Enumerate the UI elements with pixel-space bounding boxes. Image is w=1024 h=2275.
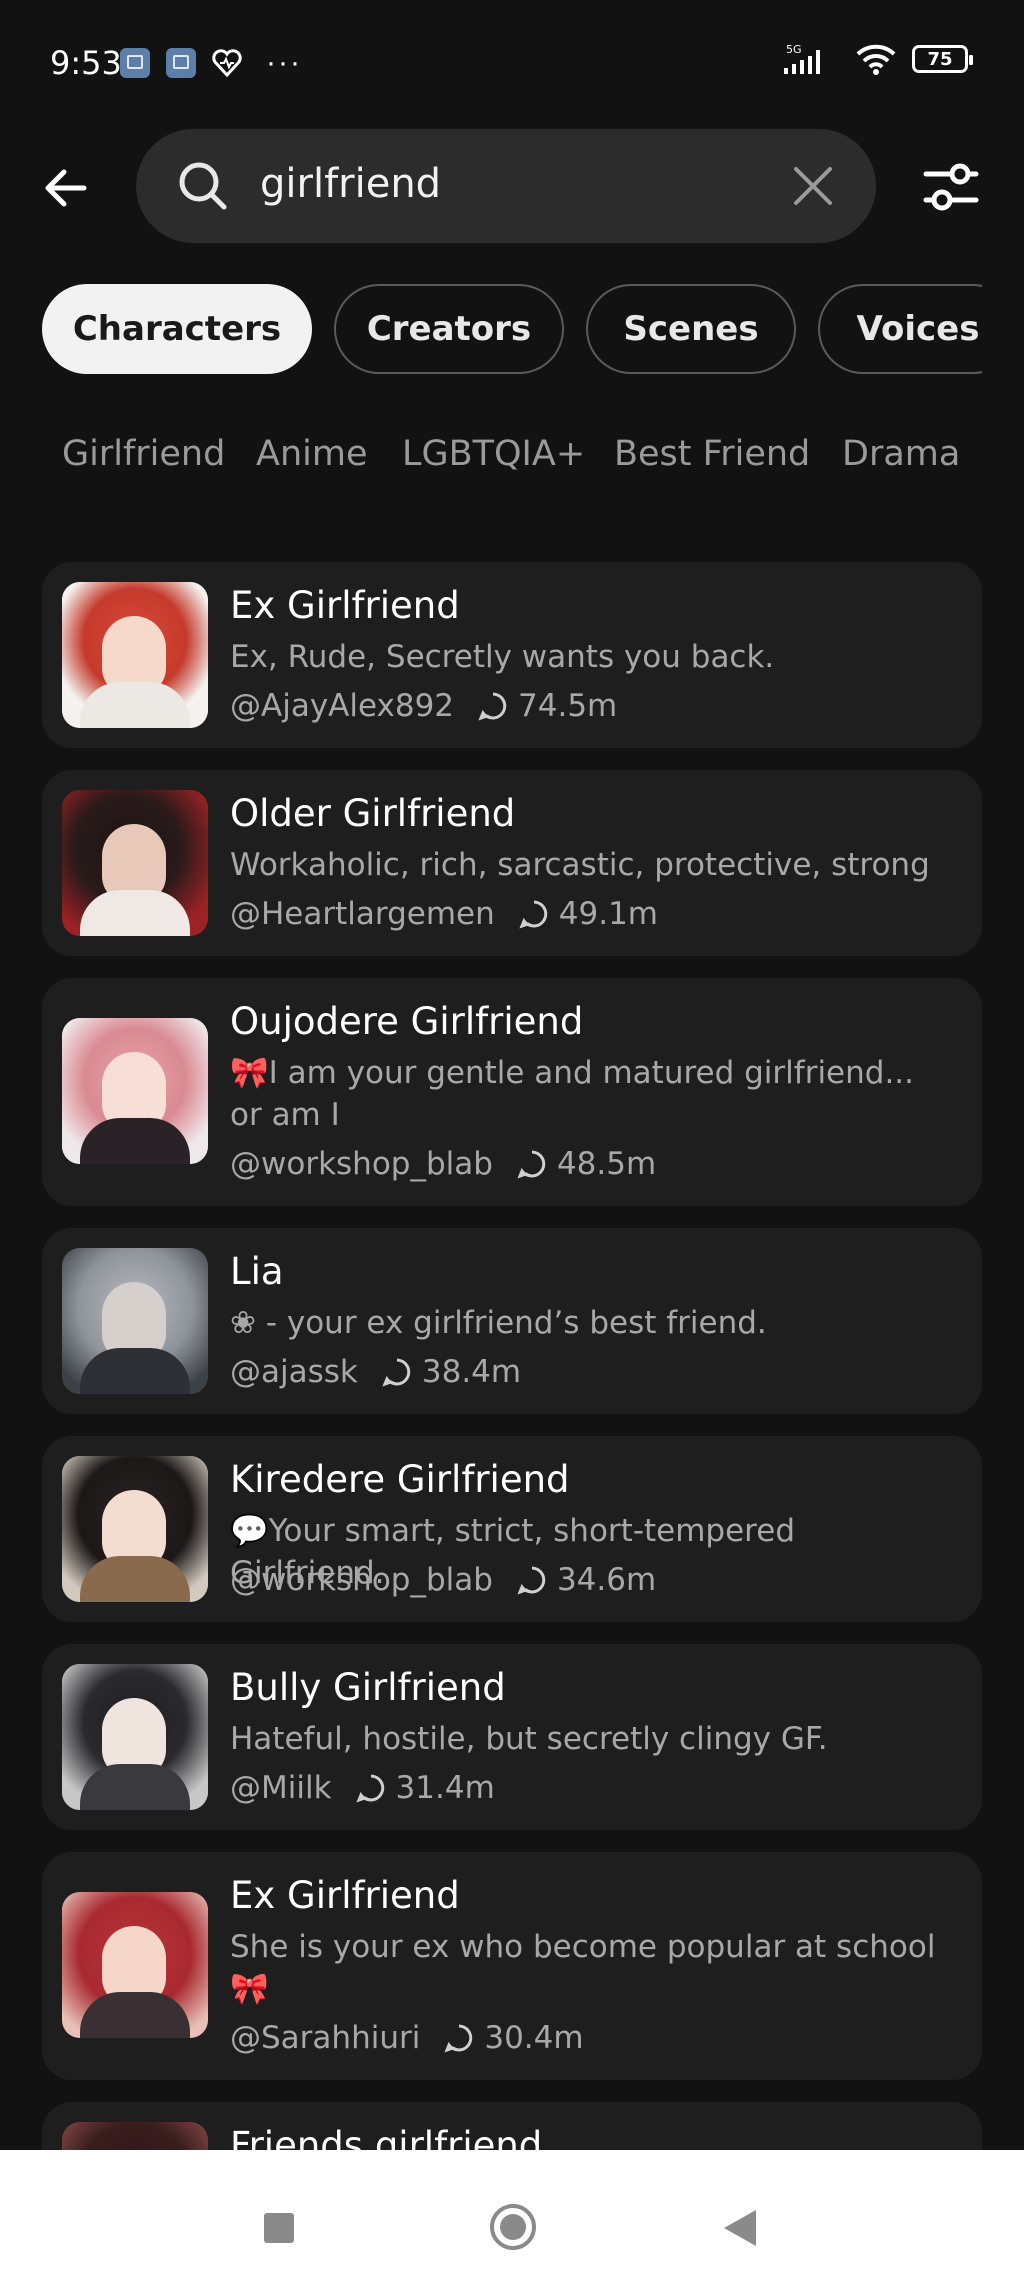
home-icon[interactable] bbox=[490, 2204, 536, 2250]
search-icon bbox=[179, 162, 227, 210]
gallery-notification-icon-2 bbox=[166, 48, 196, 78]
notification-icons: ··· bbox=[120, 46, 302, 80]
tab-voices[interactable]: Voices bbox=[818, 284, 982, 374]
chat-bubble-icon bbox=[519, 900, 547, 929]
character-name: Friends girlfriend bbox=[230, 2124, 543, 2152]
character-description: She is your ex who become popular at sch… bbox=[230, 1929, 936, 2007]
chat-bubble-icon bbox=[517, 1566, 546, 1595]
character-card[interactable]: Bully Girlfriend Hateful, hostile, but s… bbox=[42, 1644, 982, 1830]
character-card[interactable]: Older Girlfriend Workaholic, rich, sarca… bbox=[42, 770, 982, 956]
character-name: Bully Girlfriend bbox=[230, 1666, 506, 1709]
health-notification-icon bbox=[212, 49, 242, 77]
creator-handle[interactable]: @Miilk bbox=[230, 1770, 332, 1806]
character-meta: @AjayAlex892 74.5m bbox=[230, 688, 617, 724]
character-avatar bbox=[62, 1456, 208, 1602]
system-navigation-bar bbox=[0, 2150, 1024, 2275]
search-type-tabs: Characters Creators Scenes Voices bbox=[42, 284, 982, 376]
character-description: Hateful, hostile, but secretly clingy GF… bbox=[230, 1721, 828, 1757]
character-avatar bbox=[62, 1018, 208, 1164]
search-input[interactable]: girlfriend bbox=[136, 129, 876, 243]
tab-creators[interactable]: Creators bbox=[334, 284, 564, 374]
character-avatar bbox=[62, 1892, 208, 2038]
character-avatar bbox=[62, 2122, 208, 2152]
chat-count: 31.4m bbox=[355, 1770, 495, 1806]
system-status: 5G 75 bbox=[778, 42, 973, 76]
chat-count: 30.4m bbox=[444, 2020, 584, 2056]
creator-handle[interactable]: @AjayAlex892 bbox=[230, 688, 454, 724]
recents-icon[interactable] bbox=[264, 2213, 294, 2243]
character-description: Workaholic, rich, sarcastic, protective,… bbox=[230, 847, 930, 883]
character-avatar bbox=[62, 790, 208, 936]
chat-count-value: 74.5m bbox=[518, 688, 618, 724]
character-name: Ex Girlfriend bbox=[230, 1874, 460, 1917]
character-results-list: Ex Girlfriend Ex, Rude, Secretly wants y… bbox=[42, 562, 982, 2152]
chat-count: 38.4m bbox=[382, 1354, 521, 1390]
filter-settings-icon[interactable] bbox=[922, 158, 980, 216]
character-avatar bbox=[62, 582, 208, 728]
wifi-icon bbox=[856, 44, 896, 75]
character-name: Kiredere Girlfriend bbox=[230, 1458, 570, 1501]
back-arrow-icon[interactable] bbox=[40, 160, 96, 216]
tab-scenes[interactable]: Scenes bbox=[586, 284, 796, 374]
character-avatar bbox=[62, 1248, 208, 1394]
signal-icon: 5G bbox=[784, 43, 820, 74]
more-notifications-icon: ··· bbox=[266, 46, 302, 79]
character-description: Ex, Rude, Secretly wants you back. bbox=[230, 639, 775, 675]
character-name: Lia bbox=[230, 1250, 284, 1293]
category-girlfriend[interactable]: Girlfriend bbox=[62, 434, 225, 474]
creator-handle[interactable]: @Heartlargemen bbox=[230, 896, 495, 932]
tab-characters[interactable]: Characters bbox=[42, 284, 312, 374]
character-card[interactable]: Lia ❀ - your ex girlfriend’s best friend… bbox=[42, 1228, 982, 1414]
creator-handle[interactable]: @Sarahhiuri bbox=[230, 2020, 420, 2056]
creator-handle[interactable]: @workshop_blab bbox=[230, 1562, 493, 1598]
chat-count: 48.5m bbox=[517, 1146, 656, 1182]
chat-bubble-icon bbox=[355, 1774, 384, 1803]
battery-indicator: 75 bbox=[912, 45, 973, 73]
chat-count-value: 31.4m bbox=[395, 1770, 495, 1806]
chat-count-value: 38.4m bbox=[421, 1354, 522, 1390]
character-card[interactable]: Kiredere Girlfriend 💬Your smart, strict,… bbox=[42, 1436, 982, 1622]
character-name: Older Girlfriend bbox=[230, 792, 516, 835]
category-filters: Girlfriend Anime LGBTQIA+ Best Friend Dr… bbox=[62, 434, 982, 490]
chat-bubble-icon bbox=[478, 692, 507, 721]
character-card[interactable]: Friends girlfriend bbox=[42, 2102, 982, 2152]
character-name: Ex Girlfriend bbox=[230, 584, 460, 627]
character-meta: @ajassk 38.4m bbox=[230, 1354, 521, 1390]
chat-bubble-icon bbox=[444, 2024, 473, 2053]
category-drama[interactable]: Drama bbox=[842, 434, 960, 474]
character-meta: @workshop_blab 34.6m bbox=[230, 1562, 656, 1598]
chat-count: 74.5m bbox=[478, 688, 617, 724]
back-icon[interactable] bbox=[724, 2210, 756, 2246]
character-description: 🎀I am your gentle and matured girlfriend… bbox=[230, 1055, 915, 1133]
character-meta: @Miilk 31.4m bbox=[230, 1770, 495, 1806]
gallery-notification-icon bbox=[120, 48, 150, 78]
status-time: 9:53 bbox=[50, 44, 122, 82]
chat-count: 49.1m bbox=[519, 896, 658, 932]
chat-count-value: 34.6m bbox=[556, 1562, 657, 1598]
chat-bubble-icon bbox=[517, 1150, 546, 1179]
creator-handle[interactable]: @workshop_blab bbox=[230, 1146, 493, 1182]
creator-handle[interactable]: @ajassk bbox=[230, 1354, 358, 1390]
category-best-friend[interactable]: Best Friend bbox=[614, 434, 810, 474]
character-card[interactable]: Oujodere Girlfriend 🎀I am your gentle an… bbox=[42, 978, 982, 1206]
chat-bubble-icon bbox=[382, 1358, 411, 1387]
character-meta: @workshop_blab 48.5m bbox=[230, 1146, 656, 1182]
character-avatar bbox=[62, 1664, 208, 1810]
character-description: ❀ - your ex girlfriend’s best friend. bbox=[230, 1305, 767, 1341]
status-bar: 9:53 ··· 5G 75 bbox=[0, 0, 1024, 120]
character-card[interactable]: Ex Girlfriend Ex, Rude, Secretly wants y… bbox=[42, 562, 982, 748]
chat-count-value: 49.1m bbox=[558, 896, 658, 932]
character-meta: @Heartlargemen 49.1m bbox=[230, 896, 658, 932]
chat-count-value: 30.4m bbox=[484, 2020, 584, 2056]
character-meta: @Sarahhiuri 30.4m bbox=[230, 2020, 584, 2056]
network-type: 5G bbox=[786, 43, 802, 56]
category-lgbtqia[interactable]: LGBTQIA+ bbox=[402, 434, 585, 474]
character-name: Oujodere Girlfriend bbox=[230, 1000, 584, 1043]
category-anime[interactable]: Anime bbox=[256, 434, 367, 474]
search-query[interactable]: girlfriend bbox=[260, 161, 441, 207]
chat-count-value: 48.5m bbox=[556, 1146, 657, 1182]
clear-search-icon[interactable] bbox=[792, 165, 834, 207]
chat-count: 34.6m bbox=[517, 1562, 656, 1598]
character-card[interactable]: Ex Girlfriend She is your ex who become … bbox=[42, 1852, 982, 2080]
